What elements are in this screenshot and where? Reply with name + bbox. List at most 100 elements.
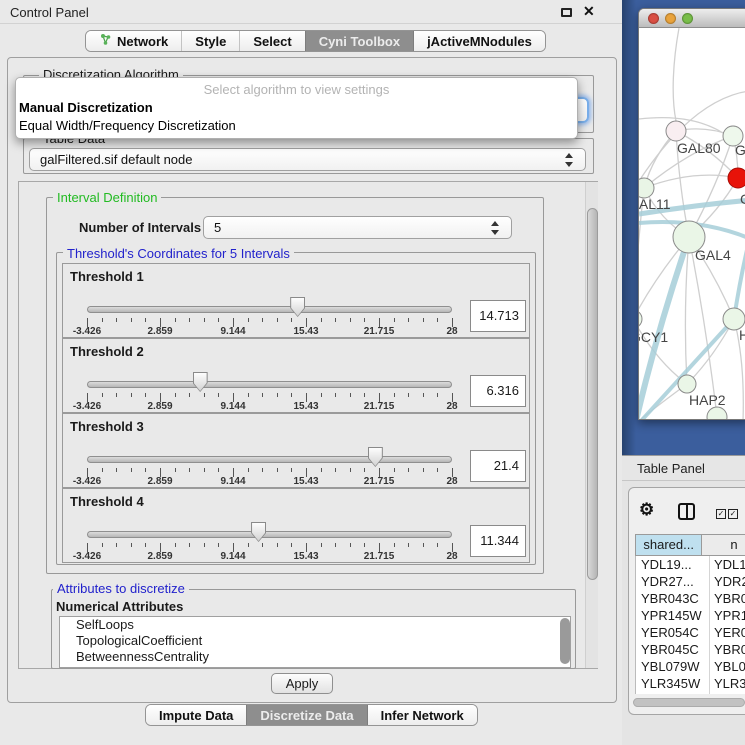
table-row[interactable]: YDR27...YDR2 [636,573,745,590]
slider-tick [335,468,336,472]
red-node[interactable] [728,168,745,188]
GCY1-node[interactable] [639,310,642,328]
GAL11-node[interactable] [639,178,654,198]
panel-scrollbar-track[interactable] [585,182,598,668]
slider-tick [145,468,146,472]
table-data-combobox[interactable]: galFiltered.sif default node [29,148,586,171]
slider-tick-label: 2.859 [138,326,182,337]
list-item[interactable]: TopologicalCoefficient [60,633,570,649]
dropdown-option-equal-width[interactable]: Equal Width/Frequency Discretization [19,118,236,133]
thresholds-group-title: Threshold's Coordinates for 5 Intervals [63,246,294,261]
slider-thumb[interactable] [290,297,305,317]
checkbox-icon[interactable]: ✓ [728,509,738,519]
apply-button[interactable]: Apply [271,673,333,694]
network-window-titlebar[interactable] [639,9,745,28]
list-item[interactable]: BetweennessCentrality [60,649,570,665]
slider-thumb[interactable] [368,447,383,467]
slider-tick [423,318,424,322]
table-row[interactable]: YIL052CYIL0 [636,692,745,694]
slider-tick [102,318,103,322]
slider-tick-label: 2.859 [138,551,182,562]
tab-select[interactable]: Select [239,31,304,51]
slider-tick-label: 15.43 [284,401,328,412]
table-row[interactable]: YPR145WYPR1 [636,607,745,624]
list-item[interactable]: SelfLoops [60,617,570,633]
slider-track[interactable] [87,456,452,463]
close-traffic-light-icon[interactable] [648,13,659,24]
slider-tick [350,468,351,472]
cell-shared-name: YBR043C [636,590,709,607]
network-icon [99,33,112,49]
slider-tick [335,393,336,397]
threshold-value-field[interactable]: 14.713 [470,300,526,332]
slider-tick [437,318,438,322]
table-row[interactable]: YBR043CYBR0 [636,590,745,607]
slider-tick [175,393,176,397]
network-canvas[interactable]: GAL80GCGAL11GAL4GCY1HHAP2 [639,28,745,420]
slider-track[interactable] [87,531,452,538]
slider-tick [277,393,278,397]
table-row[interactable]: YLR345WYLR3 [636,675,745,692]
slider-tick [145,543,146,547]
tab-impute-data[interactable]: Impute Data [146,705,246,725]
cell-name: YPR1 [709,607,745,624]
node-label: GCY1 [639,329,668,345]
tab-discretize-data[interactable]: Discretize Data [246,705,366,725]
HAP2-node[interactable] [678,375,696,393]
threshold-value-field[interactable]: 21.4 [470,450,526,482]
slider-tick [364,393,365,397]
tab-jactivemnodules[interactable]: jActiveMNodules [413,31,545,51]
slider-tick [394,468,395,472]
slider-tick-label: 28 [430,326,474,337]
panel-scrollbar-thumb[interactable] [587,208,598,580]
slider-thumb[interactable] [193,372,208,392]
tab-infer-network[interactable]: Infer Network [367,705,477,725]
GAL80-node[interactable] [666,121,686,141]
slider-tick [350,318,351,322]
network-view-window[interactable]: GAL80GCGAL11GAL4GCY1HHAP2 [638,8,745,420]
number-of-intervals-spinner[interactable]: 5 [203,216,512,239]
dropdown-option-manual-discretization[interactable]: Manual Discretization [19,100,153,115]
tab-label: Select [253,34,291,49]
split-columns-icon[interactable] [678,503,695,520]
slider-tick [218,318,219,322]
slider-tick [175,318,176,322]
table-row[interactable]: YBL079WYBL0 [636,658,745,675]
slider-thumb[interactable] [251,522,266,542]
tab-style[interactable]: Style [181,31,239,51]
slider-tick [423,393,424,397]
node-label: H [739,327,745,343]
table-hscrollbar-thumb[interactable] [633,698,745,707]
slider-tick [116,468,117,472]
table-rows: YDL19...YDL1YDR27...YDR2YBR043CYBR0YPR14… [635,556,745,694]
table-row[interactable]: YDL19...YDL1 [636,556,745,573]
column-header-shared-name[interactable]: shared... [635,534,702,556]
threshold-value-field[interactable]: 11.344 [470,525,526,557]
checkbox-icon[interactable]: ✓ [716,509,726,519]
numerical-attributes-list[interactable]: SelfLoopsTopologicalCoefficientBetweenne… [59,616,571,668]
slider-tick [364,468,365,472]
cell-name: YER0 [709,624,745,641]
slider-tick [262,393,263,397]
network-edge [673,28,679,121]
table-row[interactable]: YER054CYER0 [636,624,745,641]
float-window-icon[interactable] [561,8,572,17]
cell-name: YBR0 [709,641,745,658]
tab-cyni-toolbox[interactable]: Cyni Toolbox [305,31,413,51]
close-icon[interactable]: ✕ [583,3,595,20]
zoom-traffic-light-icon[interactable] [682,13,693,24]
threshold-row: Threshold 3-3.4262.8599.14415.4321.71528… [62,413,530,488]
table-row[interactable]: YBR045CYBR0 [636,641,745,658]
column-header-name[interactable]: n [701,534,745,556]
slider-tick [145,318,146,322]
minimize-traffic-light-icon[interactable] [665,13,676,24]
slider-tick [248,393,249,397]
slider-tick [408,543,409,547]
gear-icon[interactable]: ⚙ [639,500,654,520]
attributes-scrollbar-thumb[interactable] [560,618,570,664]
tab-network[interactable]: Network [86,31,181,51]
bottom-node[interactable] [707,407,727,420]
threshold-value-field[interactable]: 6.316 [470,375,526,407]
slider-track[interactable] [87,381,452,388]
slider-track[interactable] [87,306,452,313]
